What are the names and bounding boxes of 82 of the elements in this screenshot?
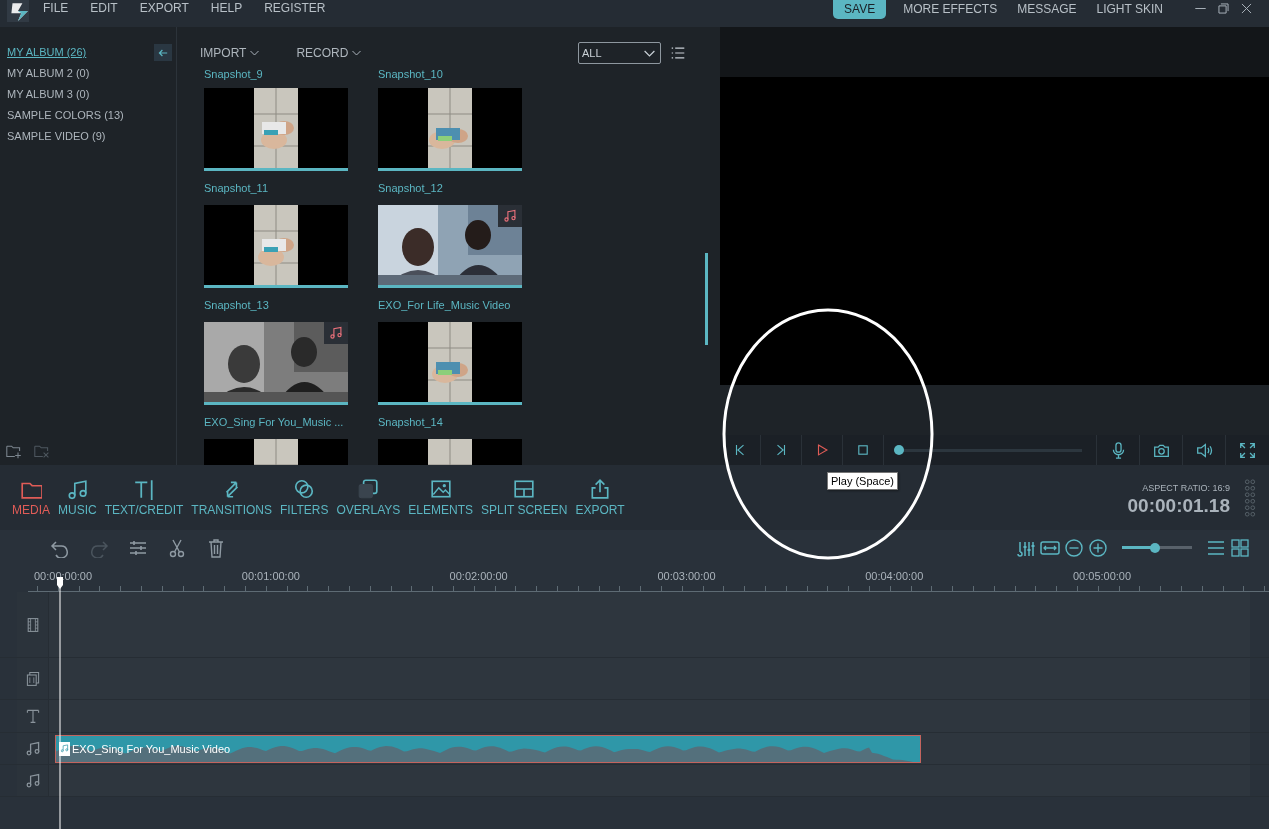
menu-link[interactable]: MORE EFFECTS (894, 0, 1007, 19)
grid-view-icon[interactable] (1230, 537, 1250, 558)
audio-clip[interactable]: EXO_Sing For You_Music Video (55, 734, 921, 763)
tab[interactable]: ELEMENTS (404, 478, 477, 517)
menu-item[interactable]: HELP (199, 0, 254, 16)
media-title: Snapshot_11 (204, 181, 270, 195)
grip-icon[interactable] (1244, 478, 1256, 517)
aspect-ratio: ASPECT RATIO: 16:9 (1142, 482, 1230, 493)
close-icon[interactable] (1240, 2, 1253, 15)
caret-icon (352, 50, 362, 56)
music-note-icon (59, 741, 70, 756)
tooltip: Play (Space) (827, 472, 898, 490)
album-item[interactable]: MY ALBUM (26) (7, 45, 154, 60)
filter-dropdown[interactable]: ALL (578, 42, 661, 64)
menu-item[interactable]: FILE (39, 0, 80, 16)
ruler-label: 00:04:00:00 (865, 569, 925, 584)
menu-item[interactable]: REGISTER (253, 0, 337, 16)
zoom-in-icon[interactable] (1088, 537, 1108, 558)
app-logo (7, 0, 29, 22)
split-screen-icon (513, 478, 536, 500)
add-folder-icon[interactable] (5, 443, 23, 459)
circles-icon (293, 478, 316, 500)
share-icon (589, 478, 612, 500)
track-lane[interactable]: EXO_Sing For You_Music Video (49, 733, 1250, 764)
squares-icon (357, 478, 380, 500)
list-view-icon[interactable] (670, 46, 686, 60)
text-icon (133, 478, 155, 500)
tab[interactable]: TEXT/CREDIT (100, 478, 188, 517)
save-button[interactable]: SAVE (833, 0, 887, 19)
tab[interactable]: SPLIT SCREEN (477, 478, 572, 517)
caret-icon (250, 50, 260, 56)
media-title: Snapshot_10 (378, 67, 444, 81)
album-item[interactable]: MY ALBUM 2 (0) (7, 66, 154, 81)
next-frame-icon[interactable] (774, 443, 788, 457)
media-title: EXO_Sing For You_Music ... (204, 415, 345, 429)
ruler-label: 00:01:00:00 (241, 569, 301, 584)
media-title: Snapshot_9 (204, 67, 264, 81)
tab[interactable]: MUSIC (54, 478, 101, 517)
media-title: Snapshot_13 (204, 298, 270, 312)
volume-icon[interactable] (1195, 441, 1213, 459)
scrollbar-thumb[interactable] (705, 253, 708, 345)
trash-icon[interactable] (206, 537, 226, 558)
menu-link[interactable]: MESSAGE (1008, 0, 1086, 19)
tab[interactable]: TRANSITIONS (187, 478, 277, 517)
tab[interactable]: EXPORT (571, 478, 629, 517)
timecode: 00:00:01.18 (1127, 494, 1230, 517)
music-note-icon (24, 772, 41, 789)
scissors-icon[interactable] (167, 537, 187, 558)
play-icon[interactable] (815, 443, 829, 457)
zoom-out-icon[interactable] (1064, 537, 1084, 558)
music-note-icon (329, 326, 343, 340)
media-title: Snapshot_12 (378, 181, 444, 195)
ruler-label: 00:03:00:00 (657, 569, 717, 584)
clip-title: EXO_Sing For You_Music Video (72, 742, 231, 755)
menu-item[interactable]: EDIT (79, 0, 129, 16)
media-title: EXO_For Life_Music Video (378, 298, 512, 312)
text-icon (24, 708, 41, 724)
ruler-label: 00:05:00:00 (1073, 569, 1133, 584)
album-item[interactable]: SAMPLE COLORS (13) (7, 108, 154, 123)
caret-icon (644, 49, 655, 57)
menu-link[interactable]: LIGHT SKIN (1087, 0, 1172, 19)
tab[interactable]: FILTERS (276, 478, 333, 517)
ruler-label: 00:02:00:00 (449, 569, 509, 584)
music-note-icon (66, 478, 89, 500)
import-dropdown[interactable]: IMPORT (200, 46, 260, 60)
album-item[interactable]: SAMPLE VIDEO (9) (7, 129, 154, 144)
menu-item[interactable]: EXPORT (128, 0, 200, 16)
tab[interactable]: MEDIA (8, 478, 54, 517)
previous-frame-icon[interactable] (733, 443, 747, 457)
media-title: Snapshot_14 (378, 415, 444, 429)
ruler-label: 00:00:00:00 (34, 569, 94, 584)
stop-icon[interactable] (856, 443, 870, 457)
record-dropdown[interactable]: RECORD (296, 46, 362, 60)
fullscreen-icon[interactable] (1239, 441, 1256, 459)
image-icon (429, 478, 452, 500)
music-note-icon (24, 740, 41, 757)
album-item[interactable]: MY ALBUM 3 (0) (7, 87, 154, 102)
restore-icon[interactable] (1217, 2, 1230, 15)
tab[interactable]: OVERLAYS (332, 478, 405, 517)
overlay-track-icon (24, 670, 41, 687)
music-note-icon (503, 209, 517, 223)
collapse-button[interactable] (154, 44, 172, 61)
